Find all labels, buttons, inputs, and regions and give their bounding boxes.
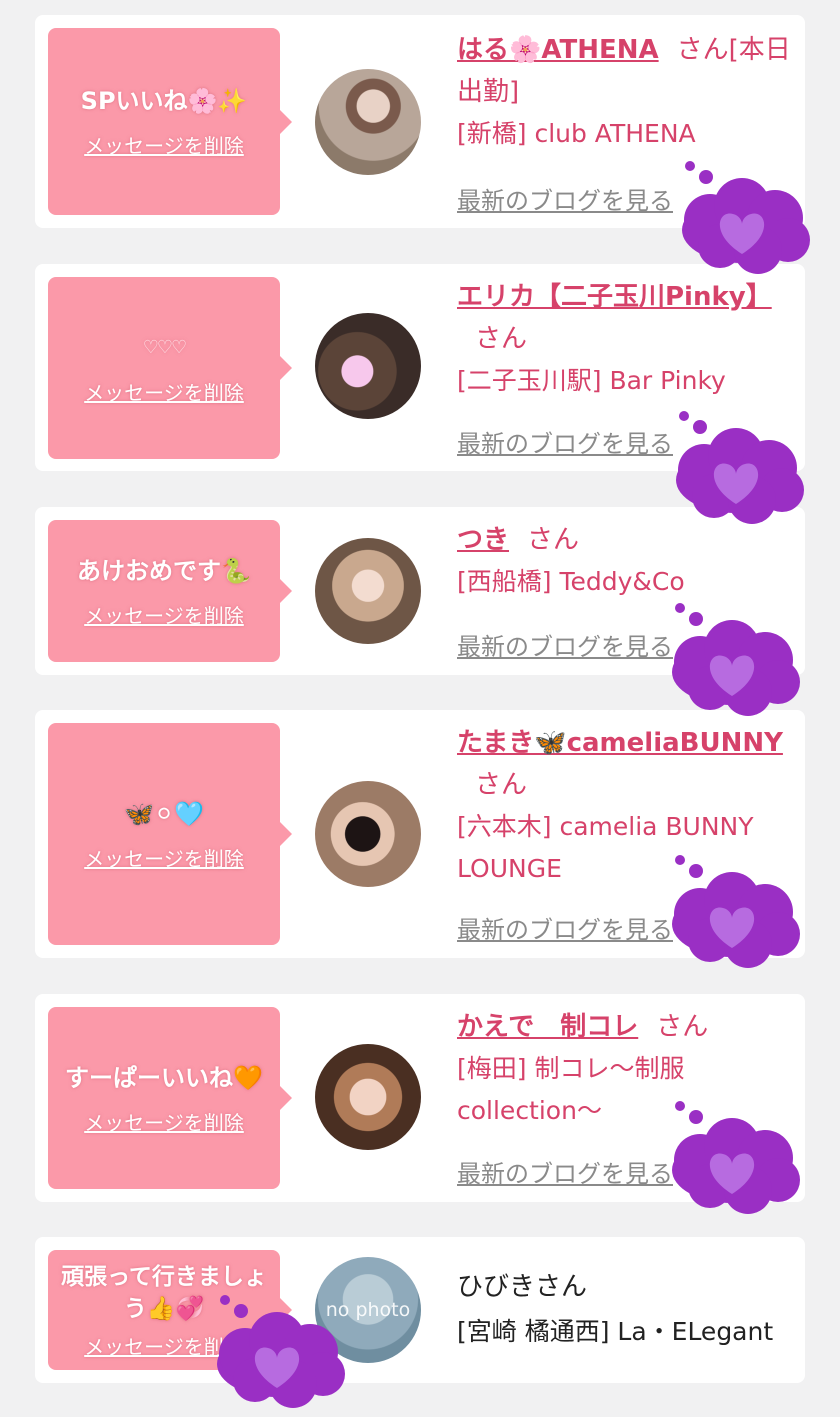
thought-cloud-heart-icon[interactable] — [670, 158, 815, 276]
message-text: 🦋⚪︎🩵 — [124, 799, 204, 828]
cast-name-link[interactable]: はる🌸ATHENA — [457, 35, 659, 65]
message-text: SPいいね🌸✨ — [80, 87, 248, 115]
delete-message-link[interactable]: メッセージを削除 — [84, 600, 244, 629]
blog-link[interactable]: 最新のブログを見る — [457, 1154, 673, 1189]
shop-name: [新橋] club ATHENA — [457, 119, 696, 148]
san-suffix: さん — [527, 525, 580, 555]
thought-cloud-heart-icon[interactable] — [664, 408, 809, 526]
thought-cloud-heart-icon[interactable] — [660, 600, 805, 718]
shop-name: [宮崎 橘通西] La・ELegant — [457, 1317, 774, 1346]
thought-cloud-heart-icon[interactable] — [660, 852, 805, 970]
cast-name-link[interactable]: かえで 制コレ — [457, 1012, 638, 1042]
cast-name-link[interactable]: エリカ【二子玉川Pinky】 — [457, 282, 772, 312]
cast-name: ひびきさん — [457, 1272, 588, 1302]
avatar[interactable] — [315, 538, 421, 644]
cast-info: ひびきさん [宮崎 橘通西] La・ELegant — [457, 1265, 797, 1355]
favorite-card: 頑張って行きましょう👍💞 メッセージを削除 no photo ひびきさん [宮崎… — [35, 1237, 805, 1383]
delete-message-link[interactable]: メッセージを削除 — [84, 1107, 244, 1136]
cast-info: つき さん [西船橋] Teddy&Co — [457, 519, 797, 603]
avatar[interactable] — [315, 69, 421, 175]
message-bubble: すーぱーいいね🧡 メッセージを削除 — [48, 1007, 292, 1189]
delete-message-link[interactable]: メッセージを削除 — [84, 377, 244, 406]
cast-info: はる🌸ATHENA さん[本日出勤] [新橋] club ATHENA — [457, 29, 797, 155]
message-text: すーぱーいいね🧡 — [65, 1063, 263, 1092]
message-bubble: SPいいね🌸✨ メッセージを削除 — [48, 28, 292, 215]
cast-info: エリカ【二子玉川Pinky】さん [二子玉川駅] Bar Pinky — [457, 276, 797, 402]
thought-cloud-heart-icon[interactable] — [205, 1292, 350, 1410]
blog-link[interactable]: 最新のブログを見る — [457, 627, 673, 662]
avatar[interactable] — [315, 313, 421, 419]
delete-message-link[interactable]: メッセージを削除 — [84, 843, 244, 872]
cast-name-link[interactable]: たまき🦋cameliaBUNNY — [457, 728, 783, 758]
delete-message-link[interactable]: メッセージを削除 — [84, 130, 244, 159]
message-bubble: 🦋⚪︎🩵 メッセージを削除 — [48, 723, 292, 945]
cast-name-link[interactable]: つき — [457, 525, 509, 555]
avatar[interactable] — [315, 1044, 421, 1150]
san-suffix: さん — [475, 324, 528, 354]
avatar[interactable] — [315, 781, 421, 887]
message-text: ♡♡♡ — [142, 336, 187, 358]
message-bubble: ♡♡♡ メッセージを削除 — [48, 277, 292, 459]
blog-link[interactable]: 最新のブログを見る — [457, 910, 673, 945]
message-bubble: あけおめです🐍 メッセージを削除 — [48, 520, 292, 662]
message-text: あけおめです🐍 — [77, 556, 251, 585]
blog-link[interactable]: 最新のブログを見る — [457, 181, 673, 216]
san-suffix: さん — [656, 1012, 709, 1042]
san-suffix: さん — [475, 770, 528, 800]
shop-name: [二子玉川駅] Bar Pinky — [457, 366, 726, 395]
shop-name: [西船橋] Teddy&Co — [457, 567, 685, 596]
thought-cloud-heart-icon[interactable] — [660, 1098, 805, 1216]
blog-link[interactable]: 最新のブログを見る — [457, 424, 673, 459]
